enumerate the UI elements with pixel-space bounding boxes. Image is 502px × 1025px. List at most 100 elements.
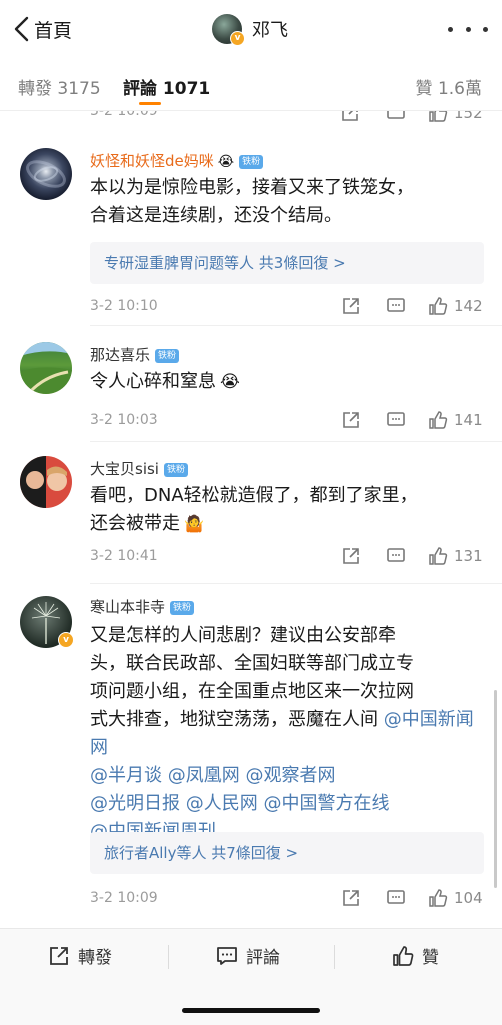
avatar[interactable] <box>20 148 72 200</box>
scrollbar[interactable] <box>494 690 497 888</box>
tab-comment[interactable]: 評論 1071 <box>123 74 210 99</box>
comment-time: 3-2 10:09 <box>90 111 158 119</box>
repost-icon <box>50 946 68 965</box>
comment-line: 项问题小组，在全国重点地区来一次拉网 <box>90 681 414 702</box>
comment-time: 3-2 10:09 <box>90 890 158 906</box>
emoji-icon: 😭 <box>217 154 235 170</box>
comment-text: 令人心碎和窒息 😭 <box>90 368 490 396</box>
thumb-up-icon <box>429 411 448 429</box>
like-button[interactable]: 152 <box>428 111 483 123</box>
thumb-up-icon <box>429 547 448 565</box>
thumb-up-icon <box>429 889 448 907</box>
thumb-up-icon <box>429 297 448 315</box>
mention-link[interactable]: @观察者网 <box>245 765 335 786</box>
top-nav-bar: 首頁 v 邓飞 <box>0 0 502 58</box>
shrug-emoji-icon: 🤷 <box>184 514 204 533</box>
tab-like[interactable]: 贊 1.6萬 <box>416 74 482 99</box>
like-count: 141 <box>454 411 483 429</box>
divider <box>168 945 169 969</box>
like-count: 104 <box>454 889 483 907</box>
like-label: 贊 <box>422 948 439 968</box>
verified-icon: v <box>230 31 245 46</box>
comment-username[interactable]: 妖怪和妖怪de妈咪 😭 铁粉 <box>90 150 264 171</box>
username-text[interactable]: 寒山本非寺 <box>90 598 165 616</box>
comment-line: 又是怎样的人间悲剧？建议由公安部牵 <box>90 625 396 646</box>
avatar[interactable] <box>20 342 72 394</box>
replies-preview[interactable]: 专研湿重脾胃问题等人 共3條回復 > <box>90 242 484 284</box>
comment-icon[interactable] <box>386 546 406 570</box>
comment-line: 式大排查，地狱空荡荡，恶魔在人间 <box>90 709 378 730</box>
chevron-left-icon <box>14 16 29 42</box>
comment-time: 3-2 10:41 <box>90 548 158 564</box>
tab-repost[interactable]: 轉發 3175 <box>18 74 101 99</box>
comment-line: 看吧，DNA轻松就造假了，都到了家里， <box>90 485 418 506</box>
username-text[interactable]: 妖怪和妖怪de妈咪 <box>90 152 214 170</box>
like-count: 131 <box>454 547 483 565</box>
share-icon[interactable] <box>341 296 361 320</box>
comment-username[interactable]: 寒山本非寺 铁粉 <box>90 596 195 617</box>
comment-text: 本以为是惊险电影，接着又来了铁笼女， 合着这是连续剧，还没个结局。 <box>90 174 490 230</box>
partial-comment-row: 3-2 10:09 152 <box>0 111 502 124</box>
comment-text: 又是怎样的人间悲剧？建议由公安部牵 头，联合民政部、全国妇联等部门成立专 项问题… <box>90 622 490 846</box>
comment-item: v 寒山本非寺 铁粉 又是怎样的人间悲剧？建议由公安部牵 头，联合民政部、全国妇联… <box>0 584 502 924</box>
comment-username[interactable]: 大宝贝sisi 铁粉 <box>90 458 188 479</box>
comment-line: 头，联合民政部、全国妇联等部门成立专 <box>90 653 414 674</box>
like-button[interactable]: 142 <box>428 296 483 316</box>
like-count: 142 <box>454 297 483 315</box>
comment-item: 妖怪和妖怪de妈咪 😭 铁粉 本以为是惊险电影，接着又来了铁笼女， 合着这是连续剧，… <box>0 126 502 326</box>
comment-label: 評論 <box>246 948 280 968</box>
replies-preview[interactable]: 旅行者Ally等人 共7條回復 > <box>90 832 484 874</box>
active-tab-indicator <box>139 102 161 105</box>
like-count: 152 <box>454 111 483 122</box>
thumb-up-icon <box>393 945 414 966</box>
comment-icon[interactable] <box>386 296 406 320</box>
back-button[interactable]: 首頁 <box>12 14 92 44</box>
comment-icon[interactable] <box>386 888 406 912</box>
comment-icon[interactable] <box>386 410 406 434</box>
like-button[interactable]: 131 <box>428 546 483 566</box>
repost-label: 轉發 <box>78 948 112 968</box>
comment-line: 还会被带走 <box>90 513 180 534</box>
mention-link[interactable]: @中国警方在线 <box>263 793 389 814</box>
fan-badge: 铁粉 <box>239 155 264 169</box>
tab-bar: 轉發 3175 評論 1071 贊 1.6萬 <box>0 58 502 111</box>
avatar[interactable] <box>20 456 72 508</box>
like-button[interactable]: 贊 <box>392 943 439 968</box>
home-indicator <box>182 1008 320 1013</box>
avatar[interactable]: v <box>20 596 74 648</box>
comment-username[interactable]: 那达喜乐 铁粉 <box>90 344 180 365</box>
comment-button[interactable]: 評論 <box>216 943 280 968</box>
repost-button[interactable]: 轉發 <box>48 943 112 968</box>
fan-badge: 铁粉 <box>163 463 188 477</box>
comment-line: 令人心碎和窒息 <box>90 371 216 392</box>
share-icon[interactable] <box>341 546 361 570</box>
fan-badge: 铁粉 <box>155 349 180 363</box>
comment-time: 3-2 10:03 <box>90 412 158 428</box>
crying-emoji-icon: 😭 <box>220 372 240 392</box>
nav-user[interactable]: v 邓飞 <box>212 12 288 46</box>
fan-badge: 铁粉 <box>170 601 195 615</box>
nav-username[interactable]: 邓飞 <box>252 16 288 42</box>
share-icon[interactable] <box>341 888 361 912</box>
comment-icon[interactable] <box>386 111 406 124</box>
like-button[interactable]: 141 <box>428 410 483 430</box>
comment-line: 本以为是惊险电影，接着又来了铁笼女， <box>90 177 414 198</box>
username-text[interactable]: 大宝贝sisi <box>90 460 159 478</box>
verified-icon: v <box>58 632 74 648</box>
username-text[interactable]: 那达喜乐 <box>90 346 150 364</box>
thumb-up-icon <box>429 111 448 122</box>
share-icon[interactable] <box>340 111 360 124</box>
avatar[interactable]: v <box>212 14 245 46</box>
comment-text: 看吧，DNA轻松就造假了，都到了家里， 还会被带走 🤷 <box>90 482 490 538</box>
comment-item: 大宝贝sisi 铁粉 看吧，DNA轻松就造假了，都到了家里， 还会被带走 🤷 3-2… <box>0 442 502 584</box>
mention-link[interactable]: @半月谈 <box>90 765 162 786</box>
mention-link[interactable]: @光明日报 <box>90 793 180 814</box>
share-icon[interactable] <box>341 410 361 434</box>
mention-link[interactable]: @人民网 <box>186 793 258 814</box>
comment-icon <box>217 946 237 965</box>
like-button[interactable]: 104 <box>428 888 483 908</box>
comment-line: 合着这是连续剧，还没个结局。 <box>90 205 342 226</box>
more-options-icon[interactable] <box>448 20 488 38</box>
back-label: 首頁 <box>34 19 73 42</box>
mention-link[interactable]: @凤凰网 <box>168 765 240 786</box>
